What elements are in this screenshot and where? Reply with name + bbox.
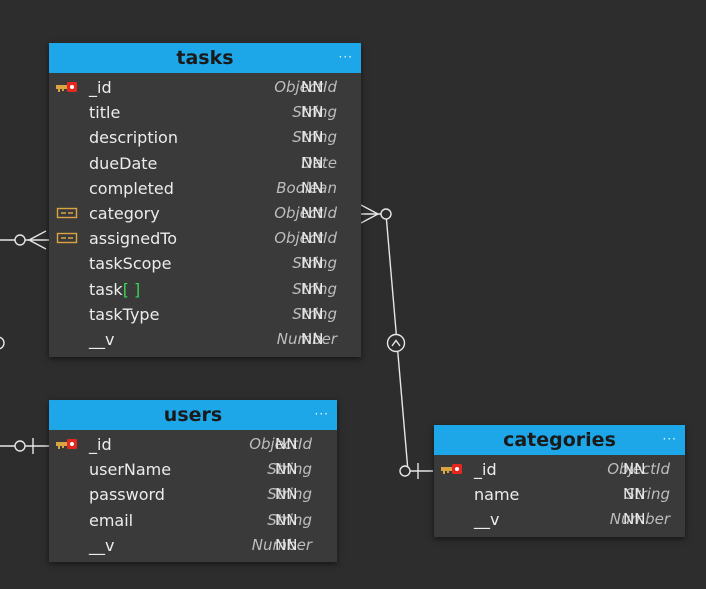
not-null-badge: NN xyxy=(275,435,298,453)
field-row-categories-u-v[interactable]: __v Number NN xyxy=(434,507,685,532)
field-name: description xyxy=(89,128,178,148)
field-row-tasks-title[interactable]: title String NN xyxy=(49,100,361,125)
not-null-badge: NN xyxy=(301,329,324,348)
entity-header-users[interactable]: users ··· xyxy=(49,400,337,430)
field-row-tasks-taskScope[interactable]: taskScope String NN xyxy=(49,251,361,276)
optional-circle-category xyxy=(380,208,392,220)
not-null-badge: NN xyxy=(623,510,646,529)
field-row-tasks-dueDate[interactable]: dueDate Date NN xyxy=(49,151,361,176)
primary-key-icon xyxy=(56,80,78,94)
field-row-users-password[interactable]: password String NN xyxy=(49,482,337,507)
field-row-tasks-taskType[interactable]: taskType String NN xyxy=(49,302,361,327)
field-name: completed xyxy=(89,178,174,198)
field-name: task[ ] xyxy=(89,279,141,299)
optional-circle-assignedto xyxy=(14,234,26,246)
field-name: __v xyxy=(89,535,115,555)
not-null-badge: NN xyxy=(275,510,298,529)
field-row-tasks-task[interactable]: task[ ] String NN xyxy=(49,277,361,302)
entity-title-categories: categories xyxy=(503,429,616,451)
link-midpoint-handle xyxy=(386,333,406,353)
field-row-tasks-u-id[interactable]: _id ObjectId NN xyxy=(49,75,361,100)
entity-header-tasks[interactable]: tasks ··· xyxy=(49,43,361,73)
entity-categories[interactable]: categories ··· _id ObjectId NN name String NN… xyxy=(434,425,685,537)
foreign-key-icon xyxy=(56,206,78,220)
not-null-badge: NN xyxy=(623,460,646,478)
not-null-badge: NN xyxy=(275,485,298,504)
field-name: __v xyxy=(89,329,115,349)
not-null-badge: NN xyxy=(301,153,324,172)
field-name: assignedTo xyxy=(89,229,178,249)
entity-title-users: users xyxy=(163,404,223,426)
not-null-badge: NN xyxy=(275,460,298,479)
field-name: title xyxy=(89,103,121,123)
field-row-tasks-description[interactable]: description String NN xyxy=(49,125,361,150)
field-name: password xyxy=(89,485,165,505)
field-row-tasks-completed[interactable]: completed Boolean NN xyxy=(49,176,361,201)
field-name: taskScope xyxy=(89,254,172,274)
field-name: _id xyxy=(89,78,112,97)
foreign-key-icon xyxy=(56,231,78,245)
field-row-tasks-assignedTo[interactable]: assignedTo ObjectId NN xyxy=(49,226,361,251)
more-menu-icon[interactable]: ··· xyxy=(663,424,677,455)
not-null-badge: NN xyxy=(301,178,324,197)
field-name: _id xyxy=(89,435,112,454)
field-row-users-u-v[interactable]: __v Number NN xyxy=(49,533,337,558)
field-row-users-userName[interactable]: userName String NN xyxy=(49,457,337,482)
field-name: category xyxy=(89,203,160,223)
more-menu-icon[interactable]: ··· xyxy=(315,399,329,430)
primary-key-icon xyxy=(56,437,78,451)
array-marker: [ ] xyxy=(122,279,141,299)
field-name: name xyxy=(474,485,520,505)
entity-body-tasks: _id ObjectId NN title String NN description Str… xyxy=(49,73,361,352)
entity-title-tasks: tasks xyxy=(176,47,234,69)
optional-circle-categories xyxy=(399,465,411,477)
more-menu-icon[interactable]: ··· xyxy=(339,42,353,73)
entity-body-categories: _id ObjectId NN name String NN __v Number NN xyxy=(434,455,685,533)
entity-tasks[interactable]: tasks ··· _id ObjectId NN title String NN desc… xyxy=(49,43,361,357)
field-row-categories-name[interactable]: name String NN xyxy=(434,482,685,507)
field-row-tasks-u-v[interactable]: __v Number NN xyxy=(49,327,361,352)
field-name: dueDate xyxy=(89,153,158,173)
field-name: _id xyxy=(474,460,497,479)
offscreen-link-connector xyxy=(0,336,5,350)
field-row-users-u-id[interactable]: _id ObjectId NN xyxy=(49,432,337,457)
field-name: taskType xyxy=(89,304,160,324)
not-null-badge: NN xyxy=(301,103,324,122)
not-null-badge: NN xyxy=(275,535,298,554)
field-row-users-email[interactable]: email String NN xyxy=(49,508,337,533)
not-null-badge: NN xyxy=(301,304,324,323)
field-row-categories-u-id[interactable]: _id ObjectId NN xyxy=(434,457,685,482)
not-null-badge: NN xyxy=(623,485,646,504)
field-name: userName xyxy=(89,460,172,480)
primary-key-icon xyxy=(441,462,463,476)
not-null-badge: NN xyxy=(301,254,324,273)
not-null-badge: NN xyxy=(301,78,324,96)
not-null-badge: NN xyxy=(301,229,324,248)
not-null-badge: NN xyxy=(301,128,324,147)
field-name: __v xyxy=(474,510,500,530)
field-name: email xyxy=(89,510,134,530)
entity-body-users: _id ObjectId NN userName String NN password Str… xyxy=(49,430,337,558)
not-null-badge: NN xyxy=(301,203,324,222)
optional-circle-users xyxy=(14,440,26,452)
entity-header-categories[interactable]: categories ··· xyxy=(434,425,685,455)
field-row-tasks-category[interactable]: category ObjectId NN xyxy=(49,201,361,226)
entity-users[interactable]: users ··· _id ObjectId NN userName String NN p… xyxy=(49,400,337,562)
not-null-badge: NN xyxy=(301,279,324,298)
